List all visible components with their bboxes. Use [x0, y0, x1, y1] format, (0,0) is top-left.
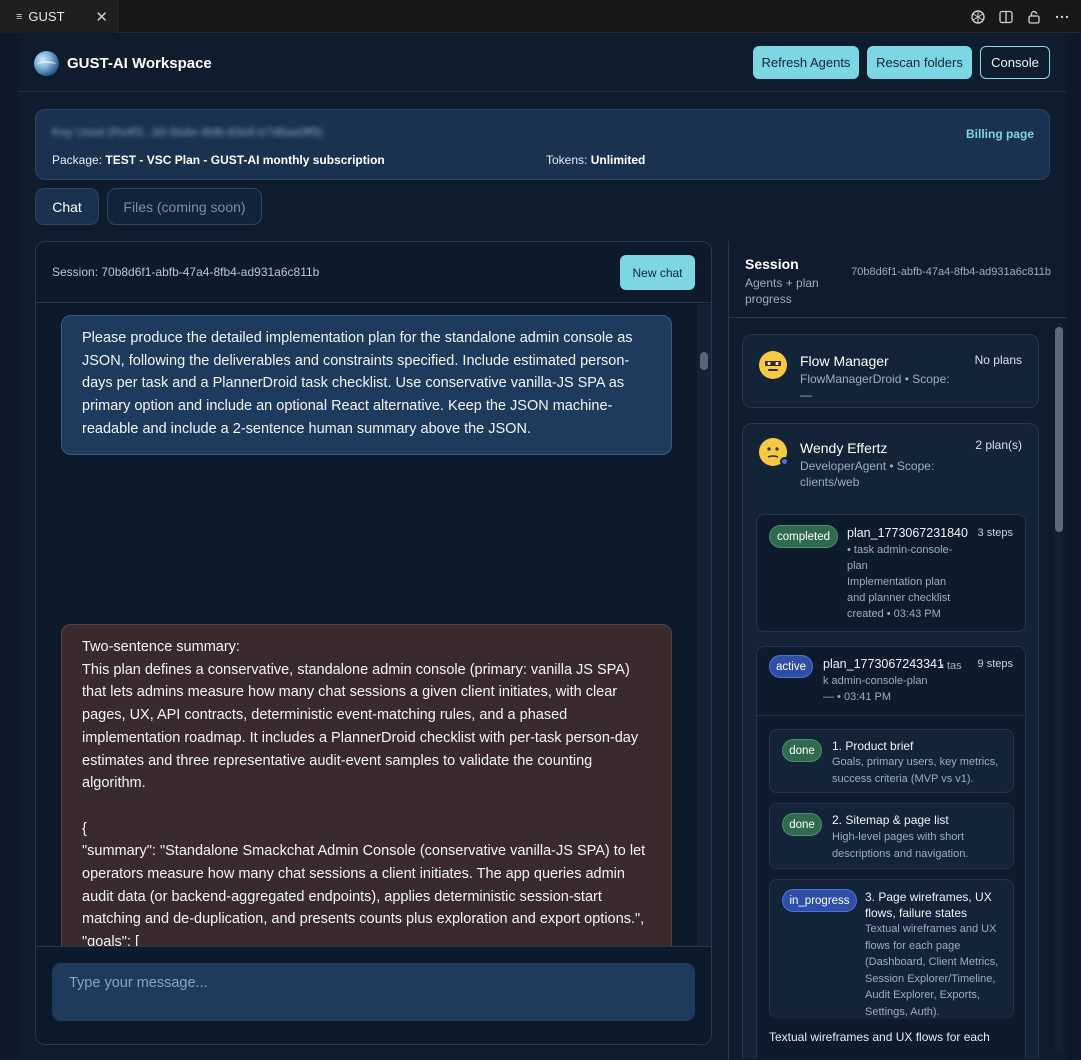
robot-face-icon — [759, 351, 787, 379]
plan-meta: k admin-console-plan — • 03:41 PM — [823, 675, 928, 703]
editor-tab-bar: ≡ GUST ✕ — [0, 0, 1081, 33]
agent-meta: FlowManagerDroid • Scope: — — [800, 372, 950, 402]
status-dot-icon — [780, 457, 789, 466]
account-card: Key Used (Rs4f3...b0-9a4e-4bfb-83e8-b7d8… — [35, 109, 1050, 180]
session-scroll[interactable]: Flow Manager FlowManagerDroid • Scope: —… — [729, 319, 1067, 1059]
user-message: Please produce the detailed implementati… — [61, 315, 672, 455]
tokens-info: Tokens: Unlimited — [546, 153, 645, 167]
plan-step[interactable]: done 1. Product brief Goals, primary use… — [769, 729, 1014, 793]
step-title: 2. Sitemap & page list — [832, 813, 949, 827]
divider — [757, 715, 1025, 716]
tab-actions — [969, 0, 1071, 33]
tab-chat[interactable]: Chat — [35, 188, 99, 225]
agent-meta: DeveloperAgent • Scope: clients/web — [800, 459, 935, 489]
agent-message: Two-sentence summary: This plan defines … — [61, 624, 672, 946]
session-scrollbar-thumb[interactable] — [1055, 327, 1063, 532]
step-desc: Textual wireframes and UX flows for each… — [865, 923, 999, 1018]
plan-steps: 9 steps — [977, 658, 1013, 670]
tab-gust[interactable]: ≡ GUST ✕ — [0, 0, 118, 33]
rescan-folders-button[interactable]: Rescan folders — [867, 46, 972, 79]
agent-plan-count: No plans — [974, 353, 1022, 367]
refresh-agents-button[interactable]: Refresh Agents — [753, 46, 859, 79]
app-header: GUST-AI Workspace Refresh Agents Rescan … — [19, 34, 1067, 92]
tokens-value: Unlimited — [590, 153, 646, 167]
tab-files[interactable]: Files (coming soon) — [107, 188, 262, 225]
list-icon: ≡ — [16, 10, 23, 23]
package-label: Package: — [52, 153, 103, 167]
agent-name: Wendy Effertz — [800, 440, 888, 456]
more-icon[interactable] — [1053, 8, 1071, 26]
tokens-label: Tokens: — [546, 153, 588, 167]
plan-step[interactable]: in_progress 3. Page wireframes, UX flows… — [769, 879, 1014, 1019]
message-input[interactable]: Type your message... — [52, 963, 695, 1021]
plan-step[interactable]: done 2. Sitemap & page list High-level p… — [769, 803, 1014, 869]
chat-scrollbar[interactable] — [697, 304, 711, 946]
plan-name: plan_1773067231840 — [847, 526, 968, 540]
package-info: Package: TEST - VSC Plan - GUST-AI month… — [52, 153, 385, 167]
agent-card[interactable]: Wendy Effertz DeveloperAgent • Scope: cl… — [742, 423, 1039, 1059]
package-value: TEST - VSC Plan - GUST-AI monthly subscr… — [105, 153, 385, 167]
workspace-panel: GUST-AI Workspace Refresh Agents Rescan … — [19, 34, 1067, 1060]
openai-icon[interactable] — [969, 8, 987, 26]
chat-panel: Session: 70b8d6f1-abfb-47a4-8fb4-ad931a6… — [35, 241, 712, 1045]
lock-icon[interactable] — [1025, 8, 1043, 26]
step-title: 1. Product brief — [832, 739, 914, 753]
session-header: Session Agents + plan progress 70b8d6f1-… — [729, 241, 1067, 318]
session-title: Session — [745, 256, 799, 272]
gust-logo-icon — [34, 51, 59, 76]
step-desc: High-level pages with short descriptions… — [832, 831, 969, 860]
account-key: Key Used (Rs4f3...b0-9a4e-4bfb-83e8-b7d8… — [52, 125, 323, 139]
plan-meta: • task admin-console-plan Implementation… — [847, 544, 953, 620]
status-badge: completed — [769, 525, 838, 548]
status-badge: done — [782, 813, 822, 836]
status-badge: active — [769, 655, 813, 678]
workspace: GUST-AI Workspace Refresh Agents Rescan … — [0, 34, 1081, 1060]
step-desc: Goals, primary users, key metrics, succe… — [832, 756, 999, 785]
split-editor-icon[interactable] — [997, 8, 1015, 26]
status-badge: in_progress — [782, 889, 857, 912]
status-badge: done — [782, 739, 822, 762]
agent-name: Flow Manager — [800, 353, 889, 369]
tab-label: GUST — [28, 9, 65, 24]
chat-scrollbar-thumb[interactable] — [700, 352, 708, 370]
user-message-text: Please produce the detailed implementati… — [82, 330, 637, 437]
chat-session-id: Session: 70b8d6f1-abfb-47a4-8fb4-ad931a6… — [52, 265, 320, 279]
session-id: 70b8d6f1-abfb-47a4-8fb4-ad931a6c811b — [851, 266, 1051, 278]
plan-card[interactable]: active plan_1773067243341 • tas 9 steps … — [756, 646, 1026, 1059]
step-expanded-text: Textual wireframes and UX flows for each — [769, 1030, 990, 1044]
step-title: 3. Page wireframes, UX flows, failure st… — [865, 890, 992, 920]
plan-card[interactable]: completed plan_1773067231840 3 steps • t… — [756, 514, 1026, 632]
new-chat-button[interactable]: New chat — [620, 255, 695, 290]
thinking-face-icon — [759, 438, 789, 466]
billing-page-link[interactable]: Billing page — [966, 127, 1034, 141]
session-subtitle: Agents + plan progress — [745, 276, 819, 306]
plan-name: plan_1773067243341 — [823, 657, 944, 671]
close-icon[interactable]: ✕ — [95, 8, 108, 26]
composer-area: Type your message... — [36, 946, 711, 1044]
app-title: GUST-AI Workspace — [67, 55, 212, 72]
session-panel: Session Agents + plan progress 70b8d6f1-… — [728, 241, 1067, 1060]
plan-steps: 3 steps — [977, 527, 1013, 539]
chat-header: Session: 70b8d6f1-abfb-47a4-8fb4-ad931a6… — [36, 242, 711, 303]
agent-card[interactable]: Flow Manager FlowManagerDroid • Scope: —… — [742, 334, 1039, 408]
agent-message-text: Two-sentence summary: This plan defines … — [82, 639, 646, 946]
plan-meta-inline: • tas — [940, 660, 962, 672]
agent-plan-count: 2 plan(s) — [975, 438, 1022, 452]
message-list[interactable]: Please produce the detailed implementati… — [36, 304, 711, 946]
console-button[interactable]: Console — [980, 46, 1050, 79]
